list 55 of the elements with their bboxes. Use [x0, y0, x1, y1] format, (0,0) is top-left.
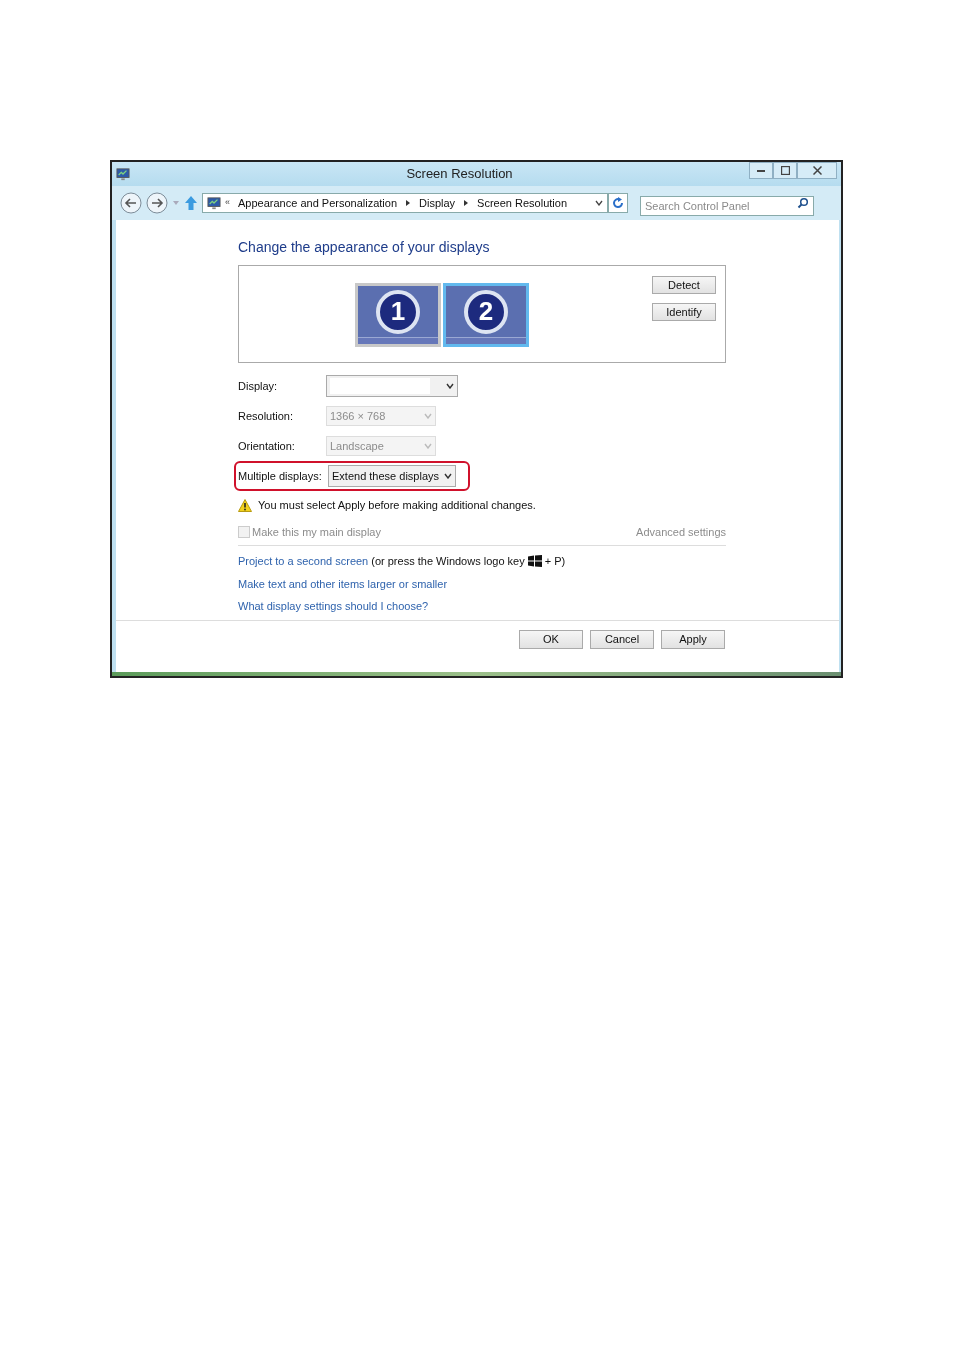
warning-icon	[238, 498, 252, 512]
dropdown-caret-icon	[424, 443, 432, 449]
dialog-button[interactable]: Cancel	[590, 630, 654, 649]
dialog-button[interactable]: OK	[519, 630, 583, 649]
dropdown-field[interactable]	[326, 375, 458, 397]
refresh-button[interactable]	[608, 193, 628, 213]
address-field[interactable]: « Appearance and Personalization Display Screen Resolution	[202, 193, 608, 213]
breadcrumb-item[interactable]: Appearance and Personalization	[234, 194, 402, 212]
breadcrumb-arrow-icon	[405, 199, 412, 207]
search-icon	[797, 197, 809, 209]
forward-icon[interactable]	[146, 192, 168, 214]
dropdown-field: Landscape	[326, 436, 436, 456]
monitor-number: 2	[464, 289, 508, 334]
monitor-tile[interactable]: 1	[355, 283, 441, 347]
dropdown-caret-icon[interactable]	[595, 200, 603, 206]
monitor-tile[interactable]: 2	[443, 283, 529, 347]
refresh-icon	[612, 197, 624, 209]
setting-label: Resolution:	[238, 408, 295, 424]
window-title: Screen Resolution	[405, 165, 514, 184]
help-link[interactable]: Make text and other items larger or smaller	[238, 575, 448, 592]
dropdown-caret-icon	[446, 383, 454, 389]
display-button[interactable]: Identify	[652, 303, 716, 321]
display-button[interactable]: Detect	[652, 276, 716, 294]
page-heading: Change the appearance of your displays	[238, 238, 491, 257]
dropdown-caret-icon	[424, 413, 432, 419]
checkbox-label: Make this my main display	[252, 524, 381, 540]
dialog-button[interactable]: Apply	[661, 630, 725, 649]
maximize-button[interactable]	[773, 162, 797, 179]
overflow-chevron[interactable]: «	[225, 196, 230, 210]
breadcrumb-item[interactable]: Display	[415, 194, 460, 212]
minimize-icon	[757, 169, 765, 172]
up-arrow-icon[interactable]	[184, 195, 198, 211]
setting-label: Orientation:	[238, 438, 296, 454]
warning-text: You must select Apply before making additional changes.	[258, 498, 536, 513]
help-link[interactable]: What display settings should I choose?	[238, 598, 429, 615]
back-icon[interactable]	[120, 192, 142, 214]
close-icon	[812, 166, 822, 175]
minimize-button[interactable]	[749, 162, 773, 179]
advanced-settings-link[interactable]: Advanced settings	[636, 523, 726, 540]
maximize-icon	[780, 166, 790, 175]
help-link[interactable]: Project to a second screen	[238, 553, 369, 570]
setting-label: Multiple displays:	[238, 468, 323, 484]
setting-label: Display:	[238, 378, 279, 394]
control-panel-icon	[207, 196, 221, 210]
control-panel-icon	[116, 167, 130, 181]
close-button[interactable]	[797, 162, 837, 179]
windows-logo-icon	[527, 555, 542, 568]
monitor-number: 1	[376, 289, 420, 334]
help-sentence: Project to a second screen (or press the Windows logo key + P)	[238, 553, 726, 570]
dropdown-field: 1366 × 768	[326, 406, 436, 426]
dropdown-caret-icon	[444, 473, 452, 479]
search-field[interactable]: Search Control Panel	[640, 196, 814, 216]
breadcrumb-arrow-icon	[463, 199, 470, 207]
dropdown-field[interactable]: Extend these displays	[328, 465, 456, 487]
breadcrumb-item[interactable]: Screen Resolution	[473, 194, 571, 212]
